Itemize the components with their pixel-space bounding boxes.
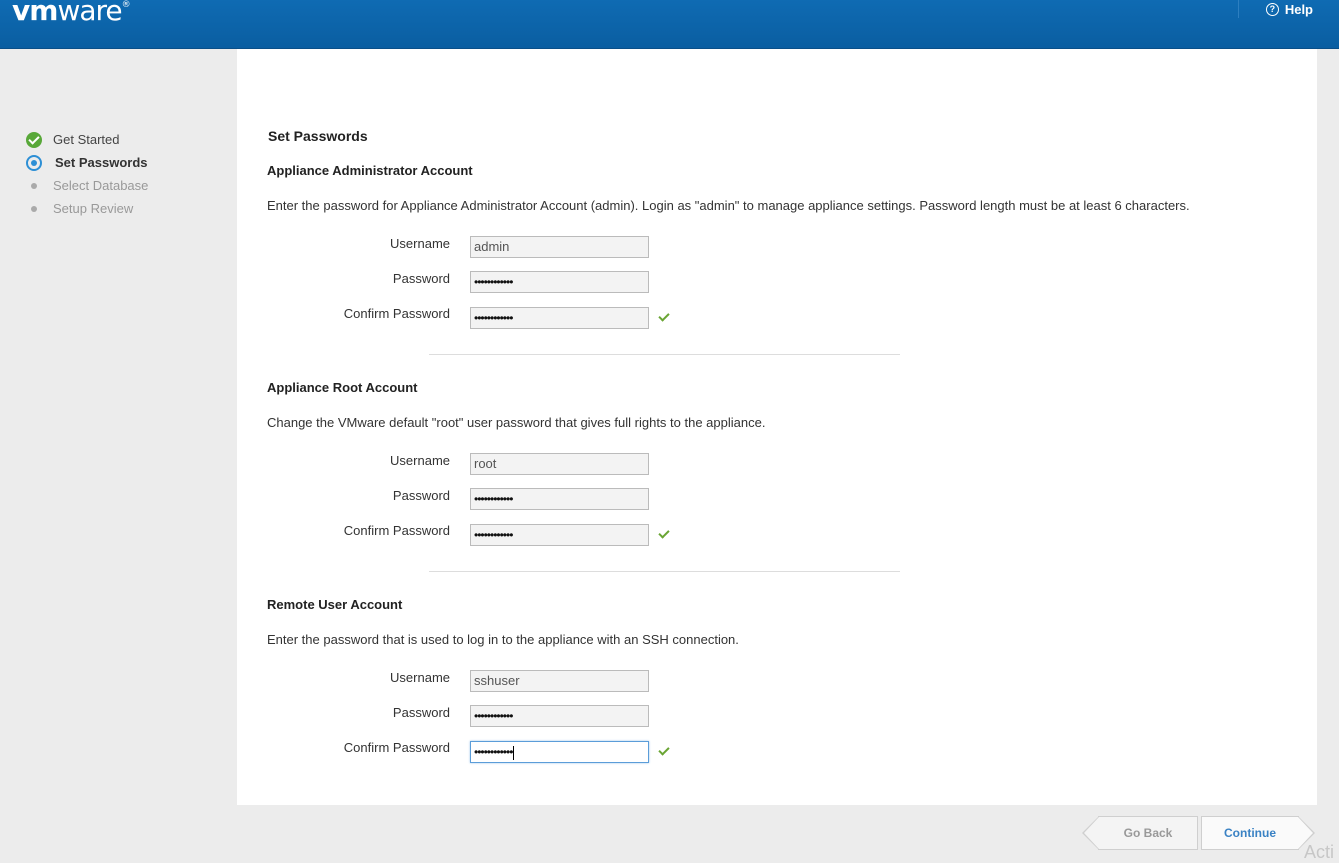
admin-username-label: Username — [390, 236, 450, 251]
remote-password-field[interactable]: •••••••••••• — [470, 705, 649, 727]
remote-confirm-value: •••••••••••• — [474, 745, 513, 759]
remote-confirm-field[interactable]: •••••••••••• — [470, 741, 649, 763]
top-bar: vmware® ? Help — [0, 0, 1339, 49]
help-link[interactable]: ? Help — [1265, 2, 1313, 17]
root-password-field[interactable]: •••••••••••• — [470, 488, 649, 510]
root-confirm-label: Confirm Password — [343, 523, 450, 538]
admin-password-label: Password — [392, 271, 450, 286]
admin-confirm-field[interactable]: •••••••••••• — [470, 307, 649, 329]
admin-username-field[interactable]: admin — [470, 236, 649, 258]
root-username-field[interactable]: root — [470, 453, 649, 475]
admin-section-title: Appliance Administrator Account — [267, 163, 473, 178]
remote-section-title: Remote User Account — [267, 597, 403, 612]
remote-password-label: Password — [392, 705, 450, 720]
remote-confirm-label: Confirm Password — [343, 740, 450, 755]
step-setup-review: Setup Review — [26, 197, 226, 220]
step-label: Setup Review — [53, 201, 134, 216]
logo-text-main: vm — [12, 0, 58, 27]
continue-button[interactable]: Continue — [1201, 816, 1315, 850]
remote-username-label: Username — [390, 670, 450, 685]
checkmark-icon — [658, 527, 670, 539]
admin-password-field[interactable]: •••••••••••• — [470, 271, 649, 293]
step-select-database: Select Database — [26, 174, 226, 197]
go-back-label: Go Back — [1123, 826, 1173, 840]
remote-section-description: Enter the password that is used to log i… — [267, 632, 739, 647]
vmware-logo: vmware® — [12, 0, 131, 27]
check-circle-icon — [26, 131, 42, 148]
main-panel: Set Passwords Appliance Administrator Ac… — [237, 49, 1317, 805]
remote-username-field[interactable]: sshuser — [470, 670, 649, 692]
section-divider — [429, 354, 900, 355]
page-title: Set Passwords — [268, 128, 368, 144]
section-divider — [429, 571, 900, 572]
admin-section-description: Enter the password for Appliance Adminis… — [267, 198, 1190, 213]
help-icon: ? — [1265, 3, 1279, 16]
logo-text-rest: ware — [57, 0, 122, 27]
root-password-label: Password — [392, 488, 450, 503]
step-label: Get Started — [53, 132, 120, 147]
root-username-label: Username — [390, 453, 450, 468]
text-caret — [513, 745, 515, 760]
step-label: Select Database — [53, 178, 149, 193]
pending-dot-icon — [26, 201, 42, 217]
step-label: Set Passwords — [55, 155, 148, 170]
pending-dot-icon — [26, 178, 42, 194]
checkmark-icon — [658, 744, 670, 756]
root-section-description: Change the VMware default "root" user pa… — [267, 415, 766, 430]
root-section-title: Appliance Root Account — [267, 380, 418, 395]
step-get-started: Get Started — [26, 128, 226, 151]
current-step-icon — [26, 154, 42, 171]
help-label: Help — [1284, 2, 1313, 17]
header-divider — [1238, 0, 1239, 18]
root-confirm-field[interactable]: •••••••••••• — [470, 524, 649, 546]
checkmark-icon — [658, 310, 670, 322]
continue-label: Continue — [1224, 826, 1276, 840]
wizard-steps: Get Started Set Passwords Select Databas… — [26, 128, 226, 220]
step-set-passwords: Set Passwords — [26, 151, 226, 174]
logo-registered: ® — [121, 0, 131, 10]
admin-confirm-label: Confirm Password — [343, 306, 450, 321]
go-back-button[interactable]: Go Back — [1082, 816, 1198, 850]
